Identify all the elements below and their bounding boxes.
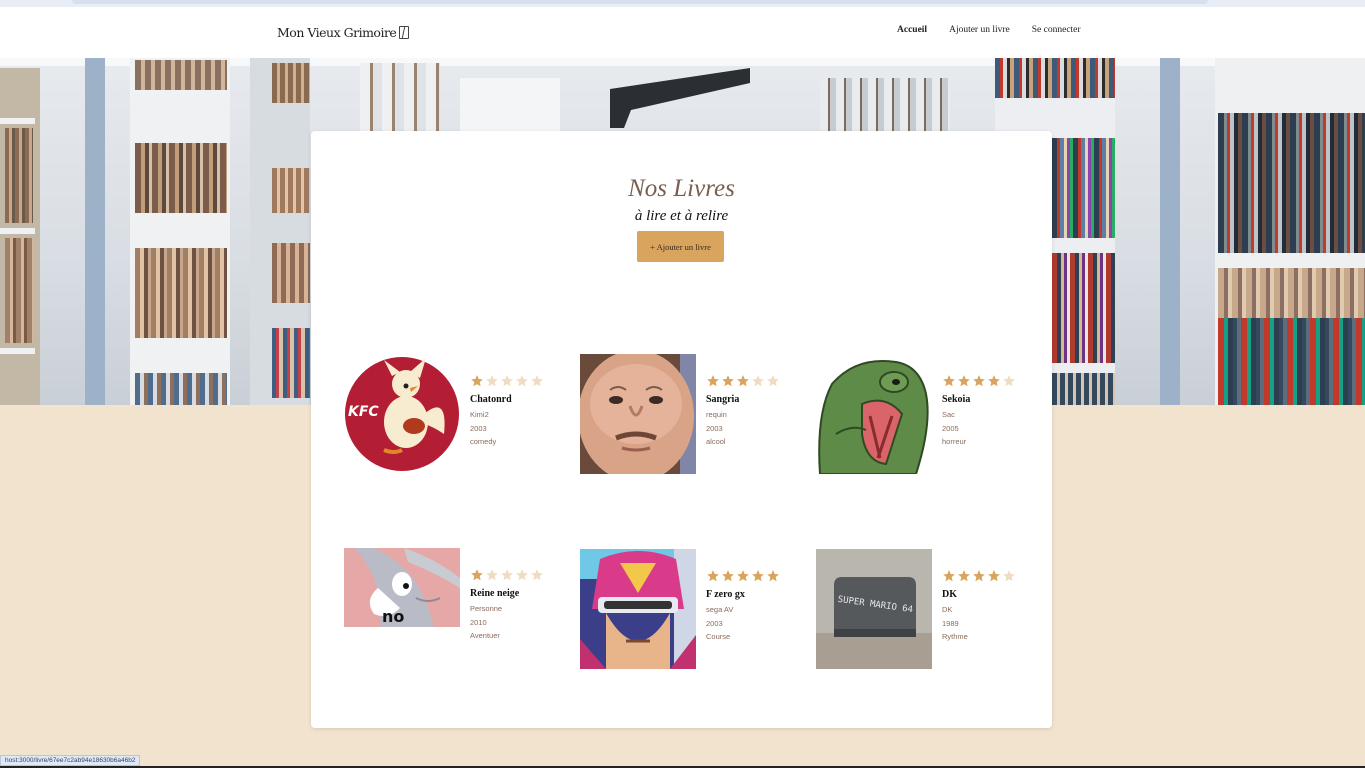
star-filled-icon	[471, 375, 483, 387]
star-empty-icon	[486, 569, 498, 581]
book-genre: Rythme	[942, 632, 968, 641]
book-author: DK	[942, 605, 953, 614]
book-title: Reine neige	[470, 588, 520, 599]
star-empty-icon	[486, 375, 498, 387]
book-genre: Aventuer	[470, 631, 500, 640]
star-filled-icon	[958, 375, 970, 387]
book-author: Personne	[470, 604, 503, 613]
kfc-logo-text: KFC	[348, 404, 379, 420]
nav-se-connecter[interactable]: Se connecter	[1032, 25, 1081, 35]
book-genre: comedy	[470, 437, 497, 446]
book-cover-image: KFC	[344, 354, 460, 474]
book-author: requin	[706, 410, 727, 419]
book-year: 2003	[470, 423, 487, 433]
star-filled-icon	[973, 570, 985, 582]
book-cover-image	[580, 549, 696, 669]
book-year: 2005	[942, 423, 959, 433]
book-card-chatonrd[interactable]: KFC Chatonrd Kimi2 2003 comedy	[344, 354, 564, 474]
site-header: Mon Vieux Grimoire Accueil Ajouter un li…	[0, 7, 1365, 58]
book-year: 2003	[706, 618, 723, 628]
star-empty-icon	[531, 375, 543, 387]
book-cover-image	[580, 354, 696, 474]
star-filled-icon	[707, 375, 719, 387]
book-card-f-zero-gx[interactable]: F zero gx sega AV 2003 Course	[580, 549, 800, 669]
book-genre: Course	[706, 632, 731, 641]
book-year: 1989	[942, 618, 959, 628]
star-empty-icon	[1003, 570, 1015, 582]
star-empty-icon	[516, 569, 528, 581]
star-filled-icon	[767, 570, 779, 582]
star-filled-icon	[752, 570, 764, 582]
rating-stars	[470, 374, 544, 388]
book-author: Kimi2	[470, 410, 489, 419]
book-card-reine-neige[interactable]: no Reine neige Personne 2010 Aventuer	[344, 548, 564, 668]
browser-strip	[0, 0, 1365, 7]
page-title: Nos Livres	[628, 175, 735, 202]
rating-stars	[470, 568, 544, 582]
book-card-dk[interactable]: SUPER MARIO 64 DK DK 1989 Rythme	[816, 549, 1036, 669]
main-nav: Accueil Ajouter un livre Se connecter	[897, 25, 1081, 35]
star-filled-icon	[988, 570, 1000, 582]
book-cover-image: no	[344, 548, 460, 668]
star-filled-icon	[943, 570, 955, 582]
star-filled-icon	[722, 570, 734, 582]
rating-stars	[942, 374, 1016, 388]
star-filled-icon	[722, 375, 734, 387]
book-cover-image: SUPER MARIO 64	[816, 549, 932, 669]
book-year: 2010	[470, 617, 487, 627]
book-title: F zero gx	[706, 589, 745, 600]
nav-ajouter-livre[interactable]: Ajouter un livre	[949, 25, 1010, 35]
star-empty-icon	[516, 375, 528, 387]
book-genre: horreur	[942, 437, 967, 446]
star-filled-icon	[973, 375, 985, 387]
star-empty-icon	[501, 569, 513, 581]
books-icon	[399, 26, 410, 39]
brand-logo[interactable]: Mon Vieux Grimoire	[277, 25, 410, 40]
book-title: DK	[942, 589, 957, 600]
book-card-sekoia[interactable]: Sekoia Sac 2005 horreur	[816, 354, 1036, 474]
rating-stars	[706, 569, 780, 583]
nav-accueil[interactable]: Accueil	[897, 25, 927, 35]
star-filled-icon	[958, 570, 970, 582]
book-cover-image	[816, 354, 932, 474]
book-title: Chatonrd	[470, 394, 512, 405]
star-filled-icon	[988, 375, 1000, 387]
book-title: Sekoia	[942, 394, 971, 405]
meme-caption-text: no	[382, 607, 404, 626]
brand-name: Mon Vieux Grimoire	[277, 25, 397, 40]
books-panel: Nos Livres à lire et à relire + Ajouter …	[311, 131, 1052, 728]
star-filled-icon	[471, 569, 483, 581]
browser-bar	[72, 0, 1208, 4]
rating-stars	[706, 374, 780, 388]
star-empty-icon	[531, 569, 543, 581]
add-book-button[interactable]: + Ajouter un livre	[637, 231, 724, 262]
star-filled-icon	[707, 570, 719, 582]
star-filled-icon	[943, 375, 955, 387]
page-subtitle: à lire et à relire	[634, 208, 729, 224]
star-filled-icon	[737, 375, 749, 387]
star-empty-icon	[1003, 375, 1015, 387]
book-card-sangria[interactable]: Sangria requin 2003 alcool	[580, 354, 800, 474]
book-author: sega AV	[706, 605, 734, 614]
star-filled-icon	[737, 570, 749, 582]
book-author: Sac	[942, 410, 955, 419]
star-empty-icon	[767, 375, 779, 387]
book-year: 2003	[706, 423, 723, 433]
book-genre: alcool	[706, 437, 726, 446]
star-empty-icon	[752, 375, 764, 387]
rating-stars	[942, 569, 1016, 583]
book-title: Sangria	[706, 394, 740, 405]
star-empty-icon	[501, 375, 513, 387]
browser-status-url: host:3000/livre/67ee7c2ab94e18630b6a46b2	[0, 755, 141, 766]
